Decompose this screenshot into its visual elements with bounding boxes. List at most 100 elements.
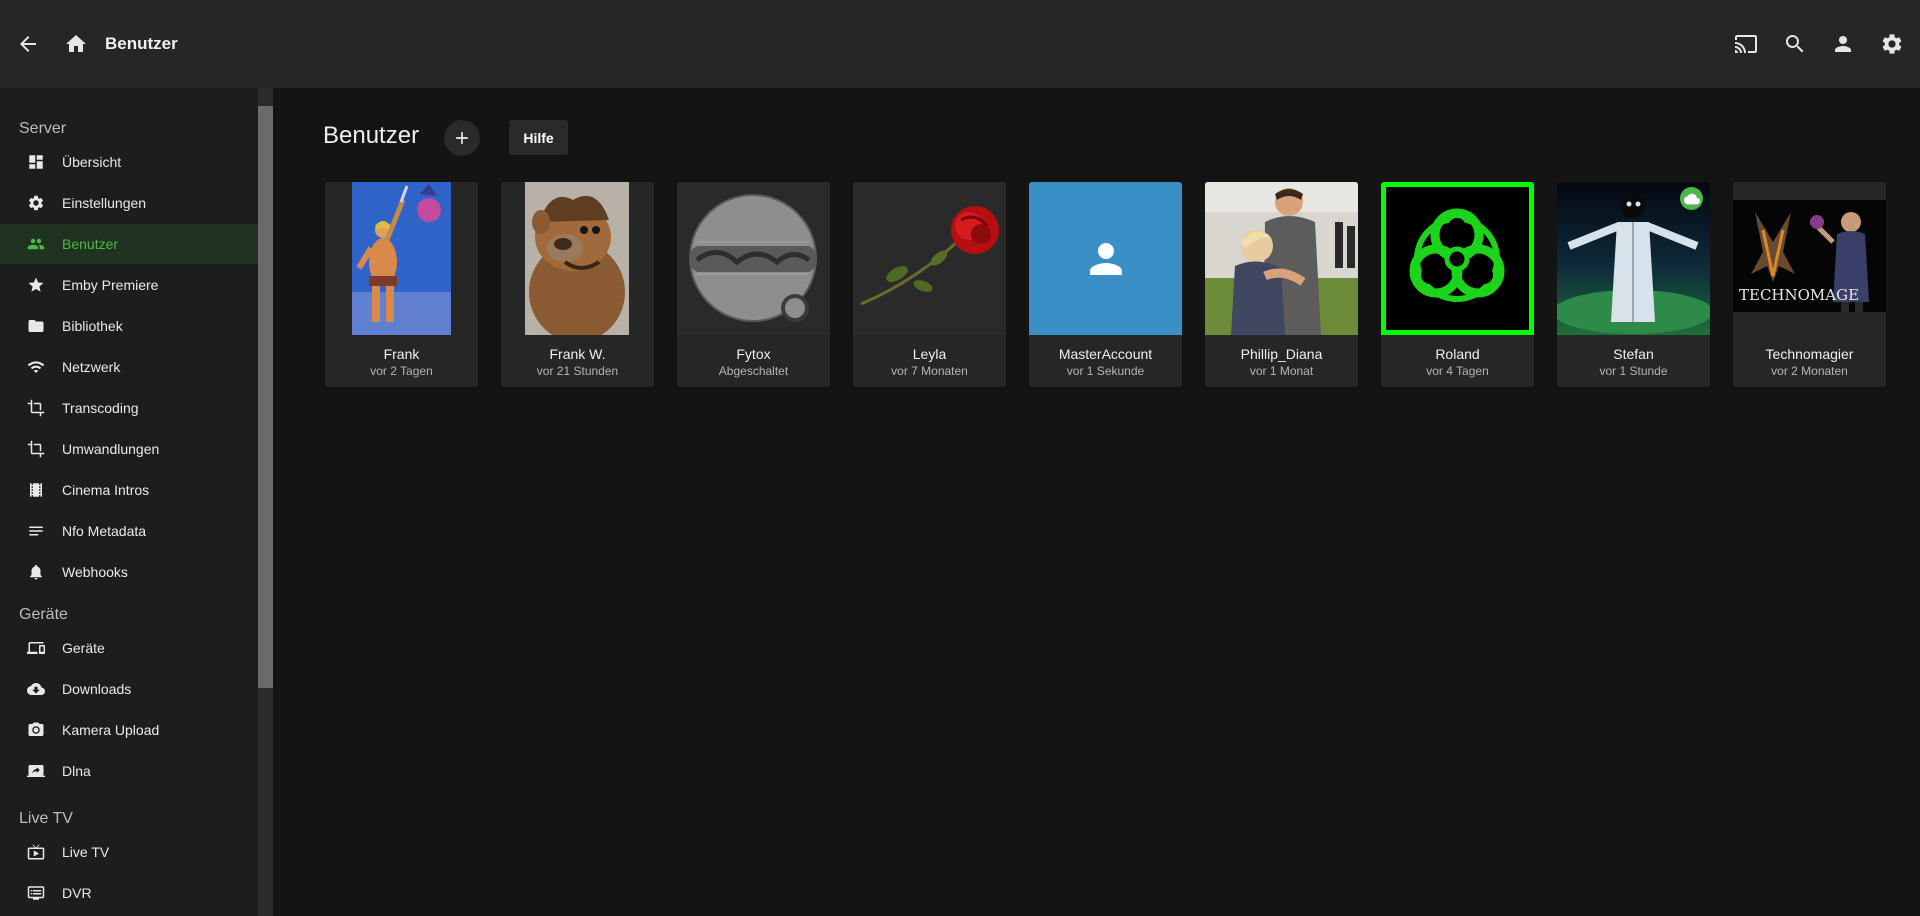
biohazard-icon bbox=[1386, 187, 1529, 330]
user-name: Stefan bbox=[1613, 346, 1654, 362]
sidebar-item-transcoding[interactable]: Transcoding bbox=[0, 388, 258, 428]
back-arrow-icon bbox=[20, 36, 36, 52]
sidebar-scrollbar[interactable] bbox=[258, 88, 273, 916]
sidebar-item-live-tv[interactable]: Live TV bbox=[0, 832, 258, 872]
dashboard-icon bbox=[27, 153, 45, 171]
user-card-frank-w[interactable]: Frank W. vor 21 Stunden bbox=[501, 182, 654, 387]
user-name: Fytox bbox=[736, 346, 771, 362]
sidebar-item-label: Kamera Upload bbox=[62, 722, 160, 738]
user-card-roland[interactable]: Roland vor 4 Tagen bbox=[1381, 182, 1534, 387]
sidebar-item-label: Live TV bbox=[62, 844, 110, 860]
sidebar-item-label: Umwandlungen bbox=[62, 441, 160, 457]
user-last-seen: vor 4 Tagen bbox=[1426, 364, 1489, 378]
sidebar-item-users[interactable]: Benutzer bbox=[0, 224, 258, 264]
sidebar-scrollbar-thumb[interactable] bbox=[258, 106, 273, 688]
sidebar-item-label: Geräte bbox=[62, 640, 105, 656]
sidebar-item-label: Dlna bbox=[62, 763, 91, 779]
user-last-seen: vor 1 Monat bbox=[1249, 364, 1314, 378]
user-card-technomagier[interactable]: TECHNOMAGE Technomagier vor 2 Monaten bbox=[1733, 182, 1886, 387]
sidebar-item-label: Übersicht bbox=[62, 154, 122, 170]
sidebar-item-label: Transcoding bbox=[62, 400, 139, 416]
user-last-seen: vor 2 Tagen bbox=[370, 364, 433, 378]
user-last-seen: vor 1 Sekunde bbox=[1066, 364, 1145, 378]
sidebar-item-camera-upload[interactable]: Kamera Upload bbox=[0, 710, 258, 750]
user-last-seen: vor 7 Monaten bbox=[891, 364, 968, 378]
cast-button[interactable] bbox=[1722, 20, 1770, 68]
user-card-leyla[interactable]: Leyla vor 7 Monaten bbox=[853, 182, 1006, 387]
sidebar-item-devices[interactable]: Geräte bbox=[0, 628, 258, 668]
sidebar-item-webhooks[interactable]: Webhooks bbox=[0, 552, 258, 592]
people-icon bbox=[27, 235, 45, 253]
user-avatar bbox=[1205, 182, 1358, 335]
sidebar-item-label: Bibliothek bbox=[62, 318, 123, 334]
sidebar-item-emby-premiere[interactable]: Emby Premiere bbox=[0, 265, 258, 305]
page-title: Benutzer bbox=[323, 122, 420, 149]
sidebar-item-nfo-metadata[interactable]: Nfo Metadata bbox=[0, 511, 258, 551]
user-name: Frank W. bbox=[549, 346, 606, 362]
star-icon bbox=[27, 276, 45, 294]
user-card-masteraccount[interactable]: MasterAccount vor 1 Sekunde bbox=[1029, 182, 1182, 387]
plus-icon bbox=[456, 132, 468, 144]
dvr-icon bbox=[27, 884, 45, 902]
search-icon bbox=[1786, 35, 1804, 53]
wifi-icon bbox=[27, 358, 45, 376]
user-card-stefan[interactable]: Stefan vor 1 Stunde bbox=[1557, 182, 1710, 387]
camera-icon bbox=[27, 721, 45, 739]
cloud-sync-badge bbox=[1680, 187, 1703, 210]
devices-icon bbox=[27, 639, 45, 657]
sidebar-item-dlna[interactable]: Dlna bbox=[0, 751, 258, 791]
sidebar-item-label: Einstellungen bbox=[62, 195, 147, 211]
film-icon bbox=[27, 481, 45, 499]
back-button[interactable] bbox=[4, 20, 52, 68]
add-user-button[interactable] bbox=[444, 120, 480, 156]
sidebar-item-label: Netzwerk bbox=[62, 359, 121, 375]
settings-button[interactable] bbox=[1868, 20, 1916, 68]
sidebar-section-devices: Geräte bbox=[19, 606, 68, 623]
search-button[interactable] bbox=[1771, 20, 1819, 68]
sidebar-section-server: Server bbox=[19, 120, 67, 137]
help-button[interactable]: Hilfe bbox=[509, 120, 568, 155]
user-name: Phillip_Diana bbox=[1240, 346, 1323, 362]
user-name: Leyla bbox=[912, 346, 947, 362]
user-avatar: TECHNOMAGE bbox=[1733, 182, 1886, 335]
folder-icon bbox=[27, 317, 45, 335]
sidebar-item-downloads[interactable]: Downloads bbox=[0, 669, 258, 709]
sidebar-item-dvr[interactable]: DVR bbox=[0, 873, 258, 913]
gear-icon bbox=[1882, 34, 1902, 54]
sidebar-item-label: Nfo Metadata bbox=[62, 523, 147, 539]
sidebar-section-live-tv: Live TV bbox=[19, 810, 73, 827]
user-card-phillip-diana[interactable]: Phillip_Diana vor 1 Monat bbox=[1205, 182, 1358, 387]
user-last-seen: vor 1 Stunde bbox=[1599, 364, 1668, 378]
lines-icon bbox=[27, 522, 45, 540]
default-user-icon bbox=[1089, 242, 1122, 275]
user-name: MasterAccount bbox=[1058, 346, 1153, 362]
user-avatar bbox=[325, 182, 478, 335]
sidebar-item-conversions[interactable]: Umwandlungen bbox=[0, 429, 258, 469]
sidebar-item-label: Emby Premiere bbox=[62, 277, 159, 293]
sidebar-item-label: Downloads bbox=[62, 681, 132, 697]
sidebar-item-settings[interactable]: Einstellungen bbox=[0, 183, 258, 223]
user-avatar bbox=[853, 182, 1006, 335]
sidebar-item-label: Benutzer bbox=[62, 236, 119, 252]
sidebar-item-network[interactable]: Netzwerk bbox=[0, 347, 258, 387]
settings-icon bbox=[27, 194, 45, 212]
user-name: Technomagier bbox=[1765, 346, 1854, 362]
user-avatar bbox=[1381, 182, 1534, 335]
tv-icon bbox=[27, 843, 45, 861]
sidebar-item-overview[interactable]: Übersicht bbox=[0, 142, 258, 182]
user-button[interactable] bbox=[1819, 20, 1867, 68]
sidebar-item-label: Cinema Intros bbox=[62, 482, 150, 498]
sidebar-item-cinema-intros[interactable]: Cinema Intros bbox=[0, 470, 258, 510]
cast-icon bbox=[1735, 35, 1757, 53]
sidebar-item-library[interactable]: Bibliothek bbox=[0, 306, 258, 346]
home-button[interactable] bbox=[52, 20, 100, 68]
user-card-frank[interactable]: Frank vor 2 Tagen bbox=[325, 182, 478, 387]
sidebar: Server Übersicht Einstellungen Benutzer … bbox=[0, 88, 258, 916]
user-avatar bbox=[1029, 182, 1182, 335]
sidebar-item-label: DVR bbox=[62, 885, 92, 901]
user-last-seen: Abgeschaltet bbox=[718, 364, 789, 378]
user-icon bbox=[1835, 36, 1851, 52]
crop-icon bbox=[27, 440, 45, 458]
bell-icon bbox=[27, 563, 45, 581]
user-card-fytox[interactable]: Fytox Abgeschaltet bbox=[677, 182, 830, 387]
